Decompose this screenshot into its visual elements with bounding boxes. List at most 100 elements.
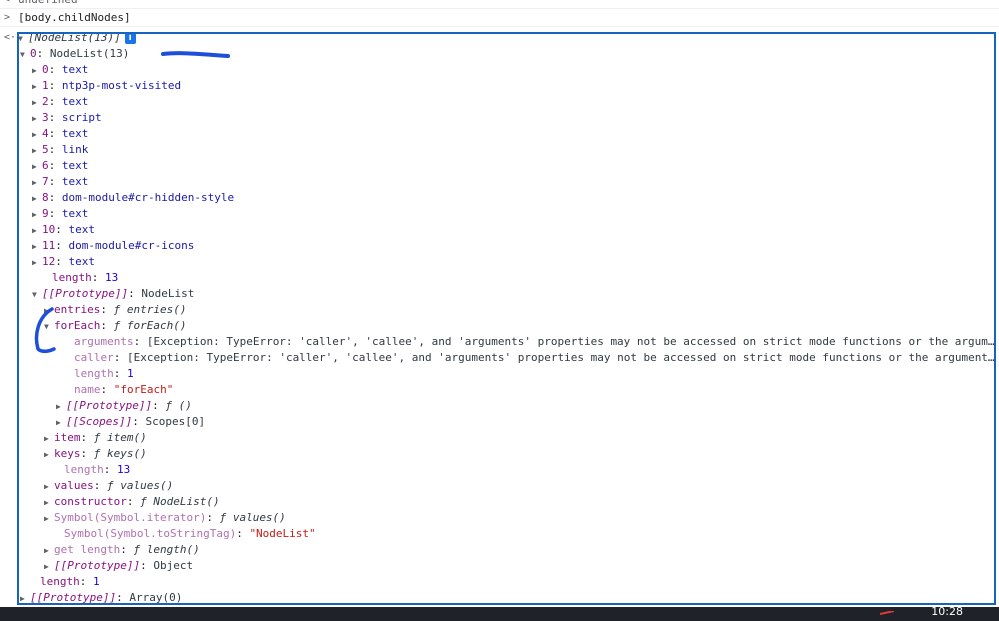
tree-row[interactable]: ▶ [[Prototype]]: ƒ () <box>0 398 999 414</box>
property-key: [[Prototype]] <box>30 591 117 604</box>
expand-triangle-icon[interactable]: ▼ <box>18 31 28 46</box>
key-separator: : <box>120 543 134 556</box>
property-key: [[Prototype]] <box>66 399 153 412</box>
expand-triangle-icon[interactable]: ▶ <box>44 447 54 462</box>
tree-row[interactable]: ▶ constructor: ƒ NodeList() <box>0 494 999 510</box>
key-separator: : <box>48 95 62 108</box>
property-key: get length <box>54 543 121 556</box>
key-separator: : <box>113 367 127 380</box>
key-separator: : <box>113 351 127 364</box>
tree-row[interactable]: ▶ Symbol(Symbol.iterator): ƒ values() <box>0 510 999 526</box>
prompt-chevron-icon: > <box>4 12 11 23</box>
tree-row[interactable]: ▶ 5: link <box>0 142 999 158</box>
tree-row[interactable]: ▶ [[Prototype]]: Array(0) <box>0 590 999 606</box>
key-separator: : <box>116 591 130 604</box>
expand-triangle-icon[interactable]: ▶ <box>20 591 30 606</box>
expand-triangle-icon[interactable]: ▶ <box>44 303 54 318</box>
console-input-row[interactable]: > [body.childNodes] <box>0 10 999 27</box>
console-result-row[interactable]: <· ▼ [NodeList(13)] i <box>0 30 999 46</box>
property-value: 13 <box>105 271 119 284</box>
collapse-triangle-icon[interactable]: ▼ <box>20 47 30 62</box>
tree-row[interactable]: ▶ [[Scopes]]: Scopes[0] <box>0 414 999 430</box>
info-icon[interactable]: i <box>124 32 136 44</box>
property-key: 11 <box>42 239 56 252</box>
key-separator: : <box>103 463 117 476</box>
tree-row: Symbol(Symbol.toStringTag): "NodeList" <box>0 526 999 542</box>
property-value: "forEach" <box>113 383 174 396</box>
property-value: text <box>61 207 89 220</box>
tree-row[interactable]: ▶ values: ƒ values() <box>0 478 999 494</box>
expand-triangle-icon[interactable]: ▶ <box>32 127 42 142</box>
property-value: NodeList(13) <box>49 47 130 60</box>
expand-triangle-icon[interactable]: ▶ <box>32 175 42 190</box>
expand-triangle-icon[interactable]: ▶ <box>32 159 42 174</box>
collapse-triangle-icon[interactable]: ▼ <box>32 287 42 302</box>
expand-triangle-icon[interactable]: ▶ <box>32 191 42 206</box>
expand-triangle-icon[interactable]: ▶ <box>32 111 42 126</box>
tree-row[interactable]: ▶ 12: text <box>0 254 999 270</box>
expand-triangle-icon[interactable]: ▶ <box>44 479 54 494</box>
tree-row[interactable]: ▶ 4: text <box>0 126 999 142</box>
tree-row[interactable]: ▶ 8: dom-module#cr-hidden-style <box>0 190 999 206</box>
tree-row[interactable]: ▶ 11: dom-module#cr-icons <box>0 238 999 254</box>
key-separator: : <box>48 79 62 92</box>
expand-triangle-icon[interactable]: ▶ <box>44 559 54 574</box>
property-key: values <box>54 479 94 492</box>
expand-triangle-icon[interactable]: ▶ <box>32 95 42 110</box>
expand-triangle-icon[interactable]: ▶ <box>32 207 42 222</box>
property-value: 13 <box>117 463 131 476</box>
console-input-text[interactable]: [body.childNodes] <box>18 10 131 26</box>
tree-row[interactable]: ▶ get length: ƒ length() <box>0 542 999 558</box>
property-value: ƒ length() <box>133 543 200 556</box>
key-separator: : <box>126 495 141 508</box>
tree-row: caller: [Exception: TypeError: 'caller',… <box>0 350 999 366</box>
tree-row[interactable]: ▶ item: ƒ item() <box>0 430 999 446</box>
expand-triangle-icon[interactable]: ▶ <box>44 431 54 446</box>
property-value: NodeList <box>141 287 195 300</box>
tree-row[interactable]: ▶ keys: ƒ keys() <box>0 446 999 462</box>
property-value: ƒ forEach() <box>113 319 187 332</box>
property-value: Array(0) <box>129 591 183 604</box>
tree-row[interactable]: ▶ 7: text <box>0 174 999 190</box>
expand-triangle-icon[interactable]: ▶ <box>32 63 42 78</box>
expand-triangle-icon[interactable]: ▶ <box>44 495 54 510</box>
tree-row[interactable]: ▶ 6: text <box>0 158 999 174</box>
property-key: 12 <box>42 255 56 268</box>
tree-row[interactable]: ▶ 0: text <box>0 62 999 78</box>
result-expander[interactable]: ▼ [NodeList(13)] i <box>18 30 136 46</box>
expand-triangle-icon[interactable]: ▶ <box>44 543 54 558</box>
tree-row[interactable]: ▶ 1: ntp3p-most-visited <box>0 78 999 94</box>
property-key: entries <box>54 303 101 316</box>
property-value: text <box>61 63 89 76</box>
tree-row[interactable]: ▼ 0: NodeList(13) <box>0 46 999 62</box>
key-separator: : <box>36 47 50 60</box>
expand-triangle-icon[interactable]: ▶ <box>32 79 42 94</box>
property-key: Symbol(Symbol.toStringTag) <box>64 527 237 540</box>
tree-row[interactable]: ▶ 9: text <box>0 206 999 222</box>
expand-triangle-icon[interactable]: ▶ <box>44 511 54 526</box>
property-key: 6 <box>42 159 49 172</box>
collapse-triangle-icon[interactable]: ▼ <box>44 319 54 334</box>
tree-row[interactable]: ▶ 3: script <box>0 110 999 126</box>
key-separator: : <box>206 511 220 524</box>
expand-triangle-icon[interactable]: ▶ <box>56 399 66 414</box>
tree-row[interactable]: ▶ entries: ƒ entries() <box>0 302 999 318</box>
expand-triangle-icon[interactable]: ▶ <box>56 415 66 430</box>
expand-triangle-icon[interactable]: ▶ <box>32 143 42 158</box>
key-separator: : <box>140 559 154 572</box>
key-separator: : <box>79 575 93 588</box>
tree-row[interactable]: ▶ 2: text <box>0 94 999 110</box>
result-arrow-icon: < <box>4 0 14 8</box>
expand-triangle-icon[interactable]: ▶ <box>32 255 42 270</box>
expand-triangle-icon[interactable]: ▶ <box>32 223 42 238</box>
tree-row[interactable]: ▶ [[Prototype]]: Object <box>0 558 999 574</box>
key-separator: : <box>128 287 142 300</box>
tree-row[interactable]: ▼ forEach: ƒ forEach() <box>0 318 999 334</box>
tree-row: length: 1 <box>0 366 999 382</box>
property-value: [Exception: TypeError: 'caller', 'callee… <box>146 335 995 348</box>
expand-triangle-icon[interactable]: ▶ <box>32 239 42 254</box>
property-value: dom-module#cr-hidden-style <box>61 191 235 204</box>
tree-row[interactable]: ▶ 10: text <box>0 222 999 238</box>
tree-row[interactable]: ▼ [[Prototype]]: NodeList <box>0 286 999 302</box>
key-separator: : <box>91 271 105 284</box>
